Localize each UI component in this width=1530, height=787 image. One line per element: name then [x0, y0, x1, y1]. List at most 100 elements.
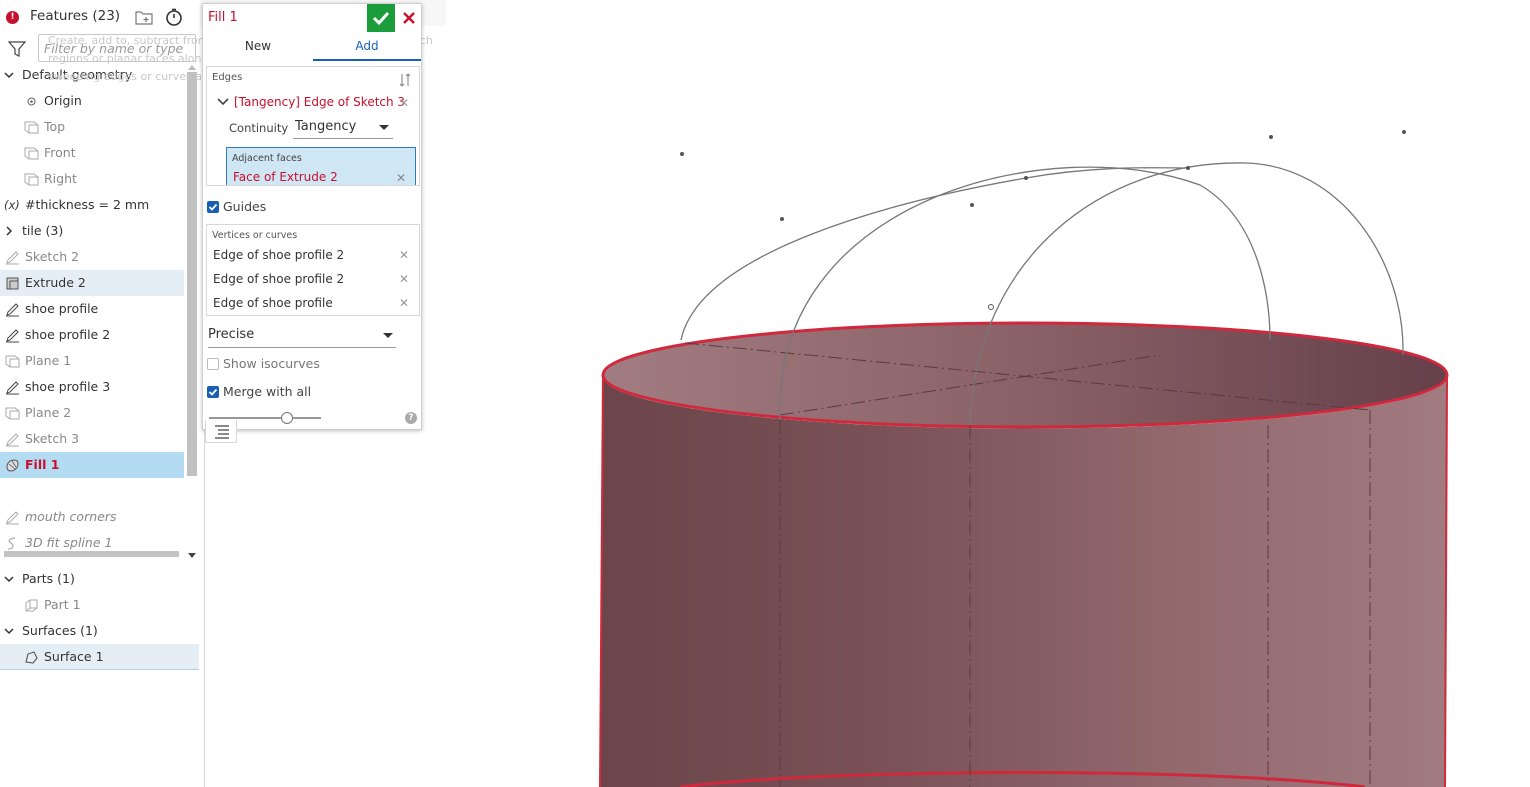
chevron-down-icon[interactable]	[4, 626, 14, 636]
tree-item-extrude-2[interactable]: Extrude 2	[0, 270, 184, 296]
tree-item-plane-1[interactable]: Plane 1	[0, 348, 184, 374]
sort-icon[interactable]	[399, 73, 411, 87]
chevron-down-icon[interactable]	[217, 97, 229, 107]
adjacent-face-item[interactable]: Face of Extrude 2	[233, 170, 338, 184]
continuity-label: Continuity	[229, 121, 289, 135]
sketch-icon	[6, 251, 19, 265]
sketch-icon	[6, 303, 19, 317]
error-icon[interactable]: !	[6, 11, 19, 24]
sketch-point[interactable]	[780, 217, 784, 221]
tree-item-label: 3D fit spline 1	[25, 535, 113, 550]
tree-item-shoe-profile[interactable]: shoe profile	[0, 296, 184, 322]
tree-item-plane-2[interactable]: Plane 2	[0, 400, 184, 426]
remove-icon[interactable]: ✕	[396, 171, 406, 185]
tree-item-label: Right	[44, 171, 77, 186]
tab-add[interactable]: Add	[313, 35, 421, 61]
spline-icon	[7, 537, 16, 550]
remove-icon[interactable]: ✕	[399, 272, 409, 286]
edge-item-label: [Tangency] Edge of Sketch 3	[234, 95, 406, 109]
continuity-value: Tangency	[295, 119, 357, 134]
vertex-item[interactable]: Edge of shoe profile 2 ✕	[213, 245, 413, 267]
cancel-button[interactable]	[398, 7, 420, 29]
chevron-down-icon[interactable]	[4, 70, 14, 80]
fill-feature-dialog: Fill 1 New Add Edges [Tangency] Edge of …	[202, 3, 422, 430]
feature-tree-scroll-thumb[interactable]	[187, 72, 197, 476]
tree-item-sketch-3[interactable]: Sketch 3	[0, 426, 184, 452]
tree-item-label: shoe profile 3	[25, 379, 111, 394]
parts-header-label: Parts (1)	[22, 571, 75, 586]
vertex-item[interactable]: Edge of shoe profile ✕	[213, 293, 413, 315]
vertex-item-label: Edge of shoe profile	[213, 296, 333, 310]
check-icon	[208, 388, 218, 396]
surface-item-surface-1[interactable]: Surface 1	[0, 644, 199, 670]
tree-item-front-plane[interactable]: Front	[0, 140, 184, 166]
vertex-item[interactable]: Edge of shoe profile 2 ✕	[213, 269, 413, 291]
add-folder-icon[interactable]	[135, 9, 153, 25]
tree-folder-tile[interactable]: tile (3)	[0, 218, 184, 244]
sketch-point[interactable]	[988, 304, 994, 310]
list-icon	[215, 425, 229, 439]
surfaces-group-header[interactable]: Surfaces (1)	[0, 618, 199, 644]
feature-list-title: Features (23)	[30, 8, 121, 24]
quality-slider-track[interactable]	[209, 417, 321, 419]
scroll-down-arrow-icon[interactable]	[188, 553, 196, 559]
vertices-label: Vertices or curves	[212, 230, 298, 241]
vertices-selection-box[interactable]: Vertices or curves Edge of shoe profile …	[206, 224, 420, 316]
part-item-part-1[interactable]: Part 1	[0, 592, 199, 618]
tree-item-shoe-profile-2[interactable]: shoe profile 2	[0, 322, 184, 348]
filter-icon[interactable]	[8, 40, 26, 58]
tree-item-label: tile (3)	[22, 223, 64, 238]
tree-item-sketch-2[interactable]: Sketch 2	[0, 244, 184, 270]
rollback-timer-icon[interactable]	[165, 8, 183, 26]
edges-selection-box[interactable]: Edges [Tangency] Edge of Sketch 3 ✕ Cont…	[206, 66, 420, 186]
parts-group-header[interactable]: Parts (1)	[0, 566, 199, 592]
adjacent-faces-box[interactable]: Adjacent faces Face of Extrude 2 ✕	[226, 147, 416, 185]
sketch-point[interactable]	[1186, 166, 1190, 170]
tree-item-3d-fit-spline-1[interactable]: 3D fit spline 1	[0, 530, 184, 556]
sketch-point[interactable]	[970, 203, 974, 207]
shoe-profile-curve[interactable]	[680, 167, 1189, 341]
quality-slider-thumb[interactable]	[281, 412, 294, 424]
tree-item-right-plane[interactable]: Right	[0, 166, 184, 192]
sketch-point[interactable]	[1269, 135, 1273, 139]
feature-panel: ! Features (23) Default geometry Origin …	[0, 0, 205, 787]
sketch-point[interactable]	[1024, 176, 1028, 180]
chevron-right-icon[interactable]	[4, 226, 14, 236]
sketch-point[interactable]	[1402, 130, 1406, 134]
extruded-cylinder-body[interactable]	[600, 375, 1447, 787]
precision-value: Precise	[208, 327, 255, 342]
precision-dropdown[interactable]: Precise	[208, 322, 396, 348]
sketch-icon	[6, 511, 19, 525]
tree-item-shoe-profile-3[interactable]: shoe profile 3	[0, 374, 184, 400]
plane-icon	[5, 355, 20, 368]
accept-button[interactable]	[367, 4, 395, 32]
chevron-down-icon[interactable]	[4, 574, 14, 584]
continuity-dropdown[interactable]: Tangency	[293, 115, 393, 139]
list-toggle-button[interactable]	[205, 420, 237, 443]
merge-with-all-checkbox[interactable]	[207, 386, 219, 398]
guides-checkbox[interactable]	[207, 201, 219, 213]
vertex-item-label: Edge of shoe profile 2	[213, 272, 345, 286]
surface-icon	[25, 651, 38, 664]
tree-item-fill-1[interactable]: Fill 1	[0, 452, 184, 478]
tree-item-origin[interactable]: Origin	[0, 88, 184, 114]
sketch-point[interactable]	[680, 152, 684, 156]
surfaces-header-label: Surfaces (1)	[22, 623, 98, 638]
tab-new[interactable]: New	[223, 35, 293, 61]
remove-icon[interactable]: ✕	[399, 248, 409, 262]
show-isocurves-label: Show isocurves	[223, 356, 320, 371]
sketch-icon	[6, 433, 19, 447]
show-isocurves-checkbox[interactable]	[207, 358, 219, 370]
remove-icon[interactable]: ✕	[399, 296, 409, 310]
help-icon[interactable]: ?	[405, 412, 417, 424]
tree-item-thickness-variable[interactable]: (x) #thickness = 2 mm	[0, 192, 184, 218]
remove-icon[interactable]: ✕	[399, 96, 409, 110]
tree-item-label: Plane 1	[25, 353, 72, 368]
surface-item-label: Surface 1	[44, 649, 104, 664]
sketch-icon	[6, 329, 19, 343]
tree-item-mouth-corners[interactable]: mouth corners	[0, 504, 184, 530]
plane-icon	[24, 173, 39, 186]
tree-item-top-plane[interactable]: Top	[0, 114, 184, 140]
edge-item[interactable]: [Tangency] Edge of Sketch 3 ✕	[215, 93, 419, 113]
part-item-label: Part 1	[44, 597, 81, 612]
